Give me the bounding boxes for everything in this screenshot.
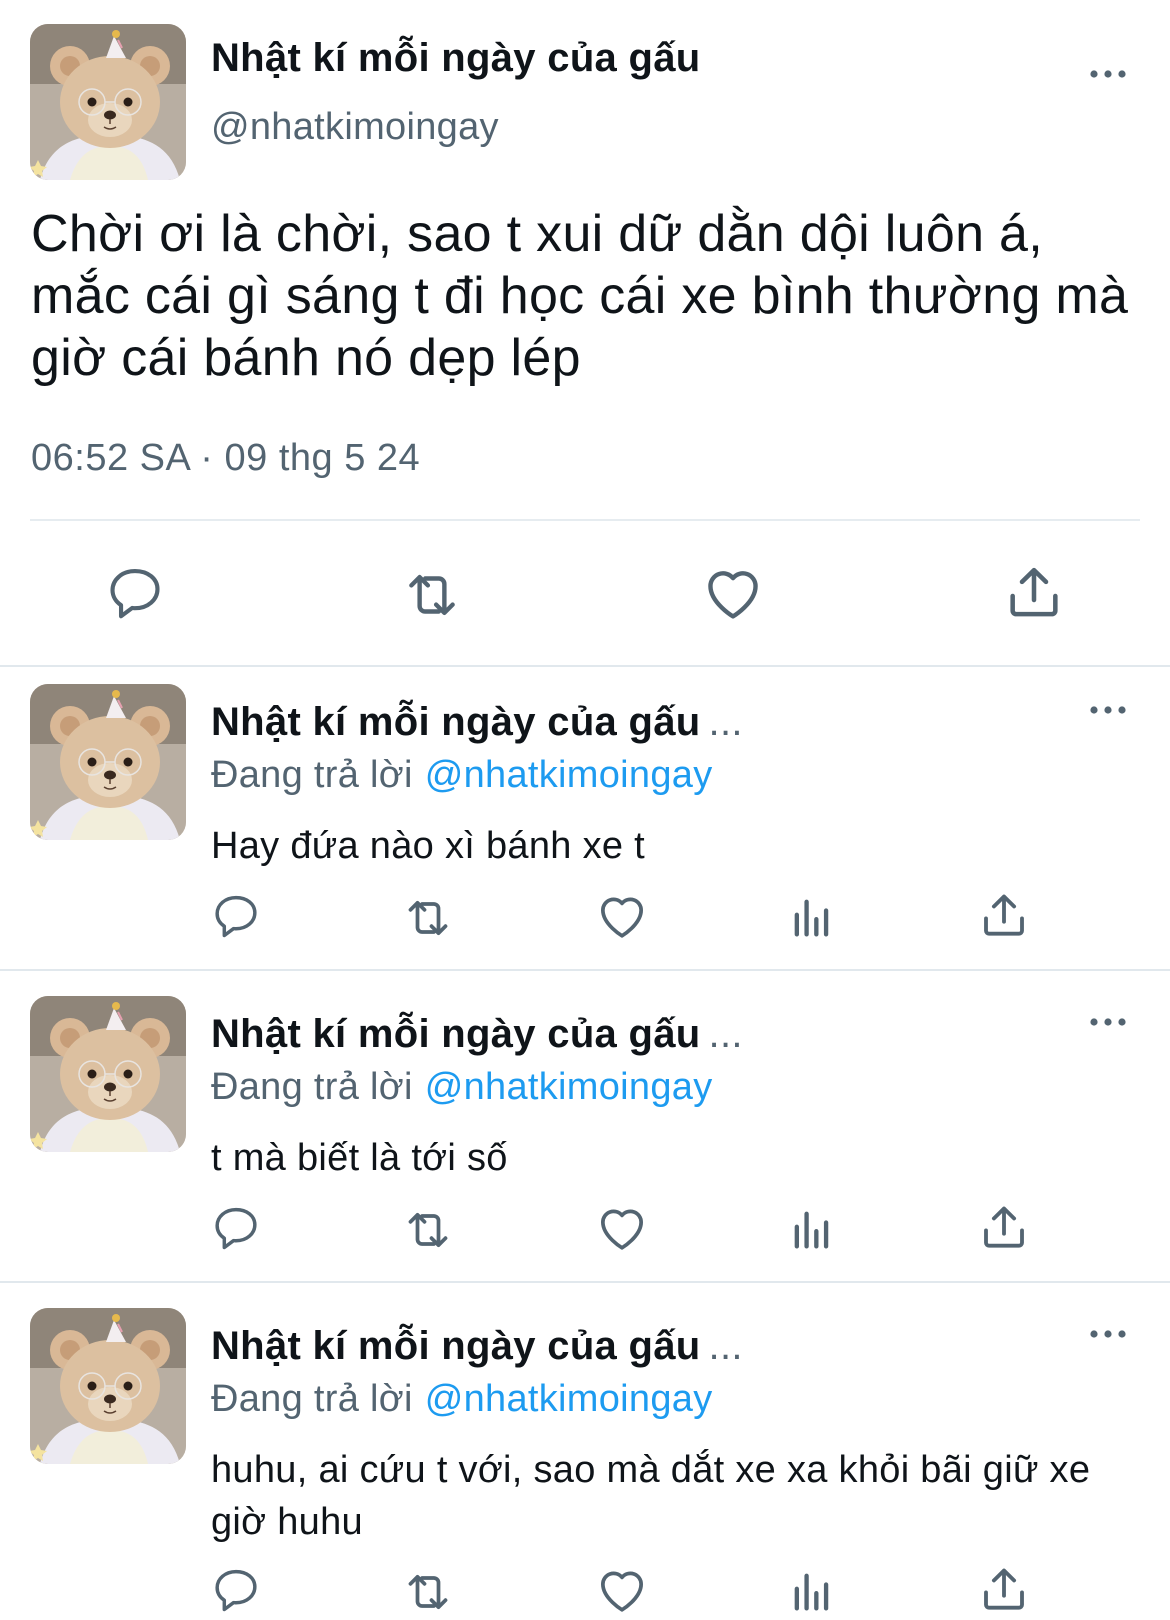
- tweet-timestamp[interactable]: 06:52 SA · 09 thg 5 24: [31, 437, 420, 480]
- analytics-icon[interactable]: [786, 1565, 838, 1617]
- like-icon[interactable]: [594, 1562, 650, 1618]
- share-icon[interactable]: [977, 1562, 1031, 1616]
- reply-tweet[interactable]: Nhật kí mỗi ngày của gấu... Đang trả lời…: [0, 1302, 1170, 1617]
- replying-label: Đang trả lời: [211, 1378, 413, 1420]
- like-icon[interactable]: [594, 1200, 650, 1256]
- share-icon[interactable]: [977, 888, 1031, 942]
- name-ellipsis: ...: [708, 700, 743, 744]
- tweet-text: Hay đứa nào xì bánh xe t: [211, 825, 646, 867]
- replying-to: Đang trả lời @nhatkimoingay: [211, 754, 713, 797]
- reply-icon[interactable]: [210, 890, 262, 942]
- tweet-text: Chời ơi là chời, sao t xui dữ dằn dội lu…: [31, 205, 1129, 387]
- author-name-text: Nhật kí mỗi ngày của gấu: [211, 1012, 701, 1056]
- avatar[interactable]: [30, 24, 186, 180]
- avatar[interactable]: [30, 684, 186, 840]
- more-options-icon[interactable]: [1088, 67, 1128, 81]
- author-name[interactable]: Nhật kí mỗi ngày của gấu...: [211, 1324, 743, 1369]
- like-icon[interactable]: [700, 560, 766, 626]
- mention-link[interactable]: @nhatkimoingay: [425, 754, 713, 796]
- author-name[interactable]: Nhật kí mỗi ngày của gấu...: [211, 700, 743, 745]
- avatar[interactable]: [30, 996, 186, 1152]
- retweet-icon[interactable]: [399, 562, 465, 628]
- replying-to: Đang trả lời @nhatkimoingay: [211, 1066, 713, 1109]
- reply-tweet[interactable]: Nhật kí mỗi ngày của gấu... Đang trả lời…: [0, 990, 1170, 1300]
- more-options-icon[interactable]: [1088, 703, 1128, 717]
- like-icon[interactable]: [594, 888, 650, 944]
- replying-to: Đang trả lời @nhatkimoingay: [211, 1378, 713, 1421]
- avatar[interactable]: [30, 1308, 186, 1464]
- retweet-icon[interactable]: [400, 1202, 456, 1258]
- more-options-icon[interactable]: [1088, 1327, 1128, 1341]
- replying-label: Đang trả lời: [211, 1066, 413, 1108]
- name-ellipsis: ...: [708, 1012, 743, 1056]
- author-handle[interactable]: @nhatkimoingay: [211, 106, 499, 149]
- thread-separator: [0, 1281, 1170, 1283]
- tweet-text: huhu, ai cứu t với, sao mà dắt xe xa khỏ…: [211, 1449, 1091, 1543]
- name-ellipsis: ...: [708, 1324, 743, 1368]
- reply-tweet[interactable]: Nhật kí mỗi ngày của gấu... Đang trả lời…: [0, 678, 1170, 988]
- more-options-icon[interactable]: [1088, 1015, 1128, 1029]
- replying-label: Đang trả lời: [211, 754, 413, 796]
- mention-link[interactable]: @nhatkimoingay: [425, 1378, 713, 1420]
- reply-icon[interactable]: [210, 1202, 262, 1254]
- retweet-icon[interactable]: [400, 890, 456, 946]
- author-name-text: Nhật kí mỗi ngày của gấu: [211, 700, 701, 744]
- thread-separator: [0, 665, 1170, 667]
- analytics-icon[interactable]: [786, 891, 838, 943]
- share-icon[interactable]: [977, 1200, 1031, 1254]
- analytics-icon[interactable]: [786, 1203, 838, 1255]
- reply-icon[interactable]: [210, 1564, 262, 1616]
- retweet-icon[interactable]: [400, 1564, 456, 1620]
- author-name-text: Nhật kí mỗi ngày của gấu: [211, 1324, 701, 1368]
- author-name[interactable]: Nhật kí mỗi ngày của gấu: [211, 36, 701, 81]
- share-icon[interactable]: [1002, 560, 1066, 624]
- divider: [30, 519, 1140, 521]
- tweet-text: t mà biết là tới số: [211, 1137, 508, 1179]
- reply-icon[interactable]: [104, 562, 166, 624]
- mention-link[interactable]: @nhatkimoingay: [425, 1066, 713, 1108]
- thread-separator: [0, 969, 1170, 971]
- author-name[interactable]: Nhật kí mỗi ngày của gấu...: [211, 1012, 743, 1057]
